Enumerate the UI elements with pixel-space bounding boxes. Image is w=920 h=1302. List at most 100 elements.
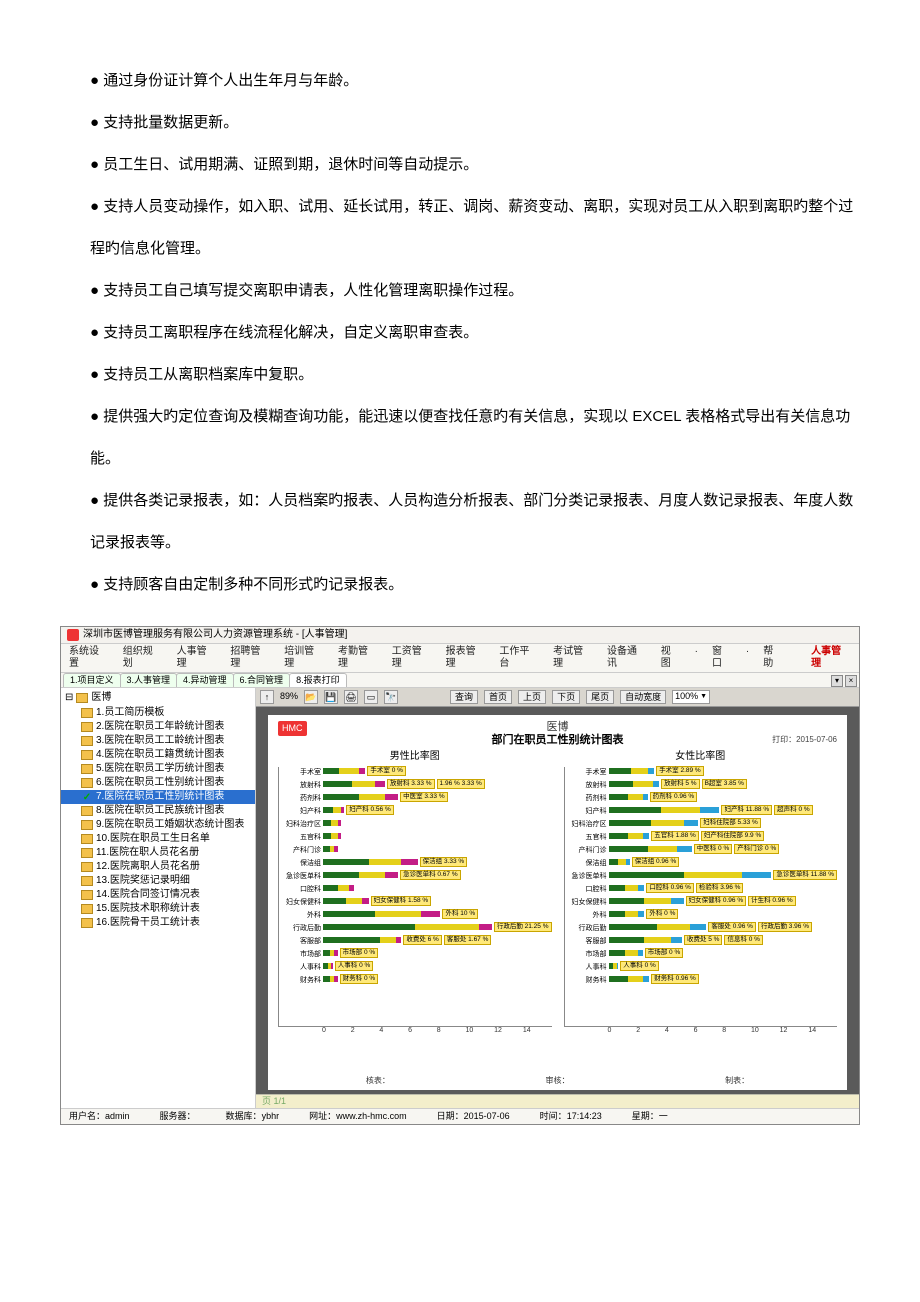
chart-category-label: 手术室 — [565, 769, 609, 777]
chart-category-label: 妇科治疗区 — [279, 821, 323, 829]
status-user: admin — [105, 1111, 130, 1121]
tree-item[interactable]: ✓7.医院在职员工性别统计图表 — [61, 790, 255, 804]
zoom-select[interactable]: 100% ▼ — [672, 690, 710, 704]
tree-item[interactable]: 3.医院在职员工工龄统计图表 — [61, 734, 255, 748]
axis-tick: 14 — [523, 1027, 552, 1035]
bar-value-label: 保洁组 0.96 % — [632, 857, 680, 867]
chart-category-label: 保洁组 — [279, 860, 323, 868]
minus-icon[interactable]: ⊟ — [65, 692, 73, 704]
menu-item[interactable]: 工资管理 — [392, 646, 432, 670]
chart-category-label: 行政后勤 — [279, 925, 323, 933]
menu-item[interactable]: 人事管理 — [177, 646, 217, 670]
last-page-button[interactable]: 尾页 — [586, 690, 614, 704]
tab-item[interactable]: 6.合同管理 — [233, 673, 291, 687]
next-page-button[interactable]: 下页 — [552, 690, 580, 704]
menu-item[interactable]: 帮助 — [763, 646, 783, 670]
dropdown-icon[interactable]: ▾ — [831, 675, 843, 687]
bar-segment — [375, 781, 385, 787]
tree-item[interactable]: 2.医院在职员工年龄统计图表 — [61, 720, 255, 734]
bar-segment — [346, 898, 362, 904]
tab-item[interactable]: 3.人事管理 — [120, 673, 178, 687]
bar-segment — [385, 872, 398, 878]
tree-item-label: 9.医院在职员工婚姻状态统计图表 — [96, 819, 244, 831]
bar-segment — [609, 924, 658, 930]
menu-item[interactable]: 设备通讯 — [607, 646, 647, 670]
bar-segment — [323, 820, 331, 826]
menu-item[interactable]: 报表管理 — [446, 646, 486, 670]
open-icon[interactable]: 📂 — [304, 690, 318, 704]
tree-item[interactable]: 1.员工简历模板 — [61, 706, 255, 720]
axis-tick: 2 — [351, 1027, 380, 1035]
chart-category-label: 手术室 — [279, 769, 323, 777]
tree-root[interactable]: ⊟ 医博 — [61, 690, 255, 706]
bar-value-label: 人事科 0 % — [335, 961, 374, 971]
bar-segment — [653, 781, 660, 787]
close-icon[interactable]: × — [845, 675, 857, 687]
tree-item[interactable]: 11.医院在职人员花名册 — [61, 846, 255, 860]
menu-item[interactable]: 招聘管理 — [230, 646, 270, 670]
save-icon[interactable]: 💾 — [324, 690, 338, 704]
chart-row: 妇女保健科妇女保健科 0.96 %计生科 0.96 % — [565, 897, 838, 910]
folder-icon — [81, 750, 93, 760]
bar-segment — [380, 937, 396, 943]
tree-item[interactable]: 16.医院骨干员工统计表 — [61, 916, 255, 930]
tree-item[interactable]: 15.医院技术职称统计表 — [61, 902, 255, 916]
report-title: 部门在职员工性别统计图表 — [278, 734, 837, 747]
bar-value-label: 外科 10 % — [442, 909, 478, 919]
menu-item[interactable]: 工作平台 — [499, 646, 539, 670]
chart-category-label: 市场部 — [279, 951, 323, 959]
tree-item[interactable]: 8.医院在职员工民族统计图表 — [61, 804, 255, 818]
folder-open-icon — [76, 693, 88, 703]
titlebar: 深圳市医博管理服务有限公司人力资源管理系统 - [人事管理] — [61, 627, 859, 644]
bar-value-label: 放射科 3.33 % — [387, 779, 435, 789]
page-icon[interactable]: ▭ — [364, 690, 378, 704]
menu-item[interactable]: 考勤管理 — [338, 646, 378, 670]
bar-segment — [609, 781, 633, 787]
menu-item[interactable]: 视图 — [661, 646, 681, 670]
menu-item[interactable]: 窗口 — [712, 646, 732, 670]
search-button[interactable]: 查询 — [450, 690, 478, 704]
folder-icon — [81, 764, 93, 774]
bar-value-label: 急诊医单科 0.67 % — [400, 870, 461, 880]
tree-item[interactable]: 9.医院在职员工婚姻状态统计图表 — [61, 818, 255, 832]
tree-item-label: 10.医院在职员工生日名单 — [96, 833, 210, 845]
print-icon[interactable]: 🖨 — [344, 690, 358, 704]
tree-item[interactable]: 4.医院在职员工籍贯统计图表 — [61, 748, 255, 762]
tab-item[interactable]: 1.项目定义 — [63, 673, 121, 687]
tree-item[interactable]: 6.医院在职员工性别统计图表 — [61, 776, 255, 790]
tree-item[interactable]: 13.医院奖惩记录明细 — [61, 874, 255, 888]
autowidth-button[interactable]: 自动宽度 — [620, 690, 666, 704]
bullet-item: 支持批量数据更新。 — [60, 102, 860, 144]
bar-segment — [609, 807, 661, 813]
bar-segment — [633, 781, 653, 787]
prev-page-button[interactable]: 上页 — [518, 690, 546, 704]
bar-segment — [628, 976, 643, 982]
up-arrow-icon[interactable]: ↑ — [260, 690, 274, 704]
tree-item[interactable]: 5.医院在职员工学历统计图表 — [61, 762, 255, 776]
chart-category-label: 行政后勤 — [565, 925, 609, 933]
bar-value-label: 中医科 0 % — [694, 844, 733, 854]
binoculars-icon[interactable]: 🔭 — [384, 690, 398, 704]
tree-item-label: 7.医院在职员工性别统计图表 — [96, 791, 224, 803]
chart-row: 急诊医单科急诊医单科 0.67 % — [279, 871, 552, 884]
menu-item[interactable]: 培训管理 — [284, 646, 324, 670]
tree-item[interactable]: 14.医院合同签订情况表 — [61, 888, 255, 902]
module-link[interactable]: 人事管理 — [811, 646, 851, 670]
menu-item[interactable]: 考试管理 — [553, 646, 593, 670]
tree-item[interactable]: 12.医院离职人员花名册 — [61, 860, 255, 874]
first-page-button[interactable]: 首页 — [484, 690, 512, 704]
tree-item[interactable]: 10.医院在职员工生日名单 — [61, 832, 255, 846]
tree-item-label: 11.医院在职人员花名册 — [96, 847, 199, 859]
chart-row: 人事科人事科 0 % — [565, 962, 838, 975]
menu-item[interactable]: 组织规划 — [123, 646, 163, 670]
bar-value-label: 妇产科 0.56 % — [346, 805, 394, 815]
tab-item[interactable]: 4.异动管理 — [176, 673, 234, 687]
bar-segment — [375, 911, 421, 917]
bar-value-label: 妇女保健科 0.96 % — [686, 896, 747, 906]
tab-item[interactable]: 8.报表打印 — [289, 673, 347, 687]
chart-row: 妇科治疗区 — [279, 819, 552, 832]
bar-segment — [657, 924, 690, 930]
bar-segment — [690, 924, 706, 930]
menu-item[interactable]: 系统设置 — [69, 646, 109, 670]
axis-tick: 14 — [808, 1027, 837, 1035]
